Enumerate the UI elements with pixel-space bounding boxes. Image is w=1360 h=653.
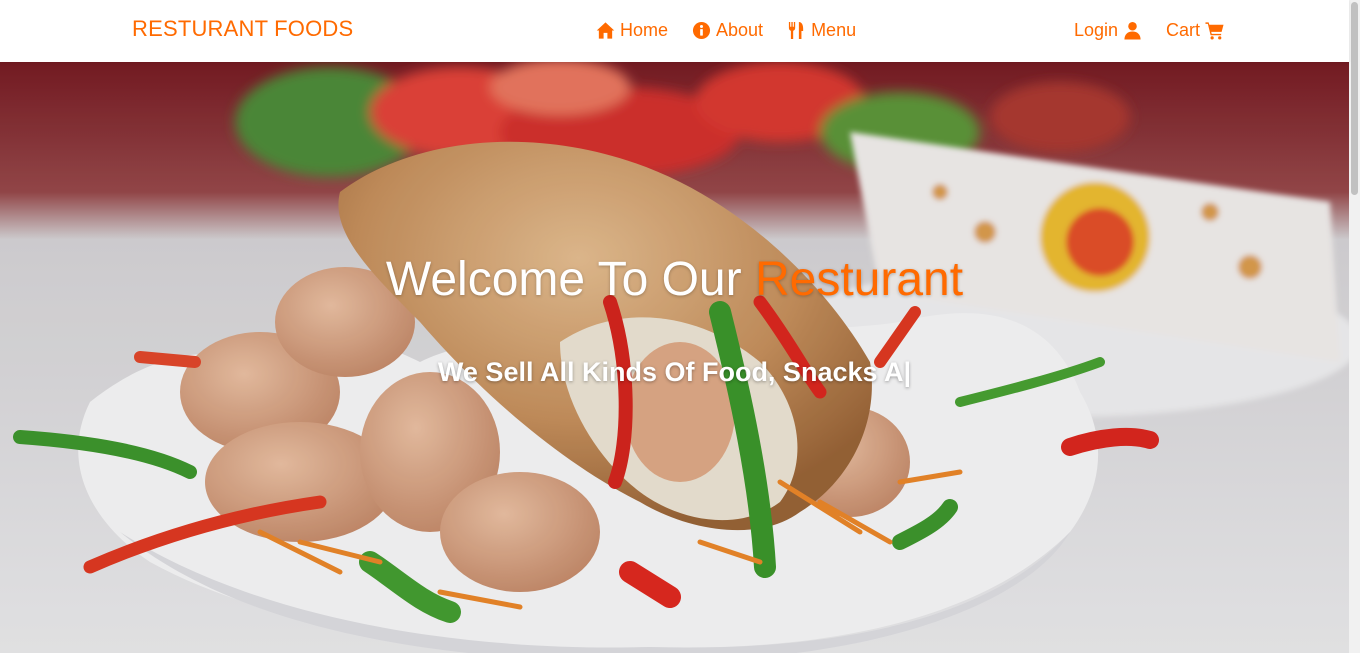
home-icon — [596, 21, 615, 40]
shopping-cart-icon — [1205, 21, 1224, 40]
brand-logo-link[interactable]: RESTURANT FOODS — [132, 16, 353, 42]
hero-section: Welcome To Our Resturant We Sell All Kin… — [0, 62, 1349, 653]
nav-home-link[interactable]: Home — [596, 18, 668, 42]
login-link[interactable]: Login — [1074, 18, 1142, 42]
navbar: RESTURANT FOODS Home About Menu Login Ca… — [0, 0, 1349, 62]
hero-subtitle: We Sell All Kinds Of Food, Snacks A| — [437, 357, 912, 387]
nav-about-label: About — [716, 20, 764, 40]
info-circle-icon — [692, 21, 711, 40]
user-icon — [1123, 21, 1142, 40]
utensils-icon — [787, 21, 806, 40]
scrollbar-thumb[interactable] — [1351, 2, 1358, 195]
nav-about-link[interactable]: About — [692, 18, 763, 42]
hero-title: Welcome To Our Resturant — [0, 252, 1349, 307]
cart-link[interactable]: Cart — [1166, 18, 1224, 42]
account-nav: Login Cart — [1074, 18, 1224, 42]
cart-label: Cart — [1166, 20, 1201, 40]
nav-home-label: Home — [620, 20, 669, 40]
hero-title-prefix: Welcome To Our — [385, 253, 742, 306]
nav-menu-label: Menu — [811, 20, 857, 40]
nav-menu-link[interactable]: Menu — [787, 18, 856, 42]
login-label: Login — [1074, 20, 1119, 40]
main-nav: Home About Menu — [596, 18, 856, 42]
hero-title-accent: Resturant — [754, 253, 964, 306]
